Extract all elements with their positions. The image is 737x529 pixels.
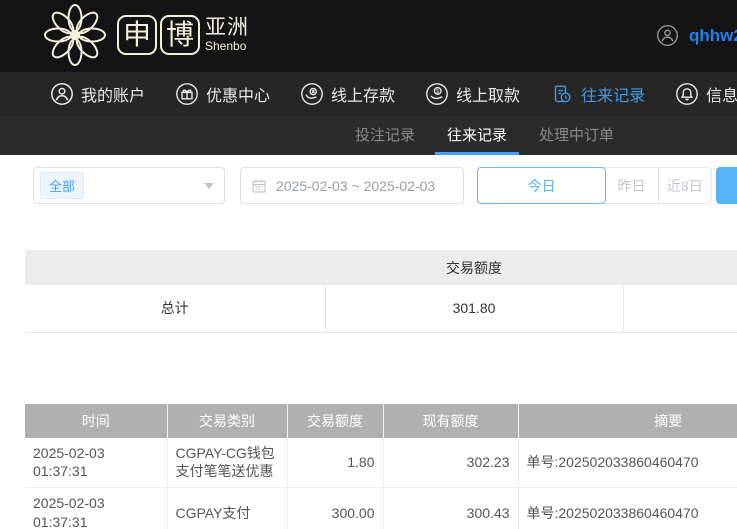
- bell-icon: [676, 83, 698, 105]
- logo-text: 亚洲 Shenbo: [205, 16, 249, 54]
- nav-label: 优惠中心: [206, 88, 271, 105]
- transactions-table: 时间 交易类别 交易额度 现有额度 摘要 2025-02-03 01:37:31…: [25, 403, 737, 529]
- filter-bar: 全部 2025-02-03 ~ 2025-02-03 今日 昨日 近8日: [33, 167, 737, 204]
- last-8-days-button[interactable]: 近8日: [659, 168, 711, 203]
- tab-transaction-records[interactable]: 往来记录: [435, 116, 520, 155]
- cell-summary: 单号:202502033860460470: [518, 487, 737, 529]
- date-range-value: 2025-02-03 ~ 2025-02-03: [276, 177, 436, 194]
- cell-time: 2025-02-03 01:37:31: [25, 437, 168, 489]
- cell-balance: 300.43: [383, 487, 519, 529]
- brand-logo: 申 博 亚洲 Shenbo: [38, 2, 249, 68]
- logo-brand-en: Shenbo: [205, 39, 247, 53]
- nav-item-messages[interactable]: 信息: [675, 82, 737, 106]
- nav-item-my-account[interactable]: 我的账户: [50, 82, 145, 106]
- quick-range-group: 今日 昨日 近8日: [477, 167, 712, 204]
- username-label[interactable]: qhhw2: [689, 26, 737, 46]
- cell-type: CGPAY支付: [167, 487, 288, 529]
- nav-label: 线上存款: [331, 88, 396, 105]
- nav-item-online-withdraw[interactable]: $ 线上取款: [425, 82, 520, 106]
- summary-empty-cell: [623, 285, 737, 333]
- nav-item-promotions[interactable]: 优惠中心: [175, 82, 270, 106]
- user-account[interactable]: qhhw2: [656, 24, 737, 47]
- summary-table: 交易额度 总计 301.80: [25, 250, 737, 333]
- cell-summary: 单号:202502033860460470: [518, 437, 737, 489]
- logo-char-shen: 申: [117, 15, 157, 55]
- tab-betting-records[interactable]: 投注记录: [343, 116, 427, 155]
- user-icon: [51, 83, 73, 105]
- cell-type: CGPAY-CG钱包支付笔笔送优惠: [167, 437, 288, 489]
- search-button[interactable]: [716, 167, 737, 204]
- calendar-icon: [252, 179, 266, 193]
- logo-region: 亚洲: [205, 16, 249, 39]
- col-header-balance: 现有额度: [383, 403, 519, 438]
- gift-icon: [176, 83, 198, 105]
- summary-total-label: 总计: [25, 285, 326, 333]
- main-nav: 我的账户 优惠中心 线上存款 $ 线上取款 往来记录 信息: [0, 72, 737, 116]
- chevron-down-icon: [204, 182, 214, 189]
- today-button[interactable]: 今日: [477, 167, 607, 204]
- date-range-input[interactable]: 2025-02-03 ~ 2025-02-03: [240, 167, 464, 204]
- lotus-flower-icon: [44, 4, 106, 66]
- nav-label: 往来记录: [581, 88, 646, 105]
- withdraw-icon: $: [426, 83, 448, 105]
- col-header-summary: 摘要: [518, 403, 737, 438]
- user-avatar-icon: [657, 25, 678, 46]
- yesterday-button[interactable]: 昨日: [605, 168, 659, 203]
- nav-item-online-deposit[interactable]: 线上存款: [300, 82, 395, 106]
- records-icon: [554, 85, 571, 103]
- cell-balance: 302.23: [383, 437, 519, 489]
- logo-char-bo: 博: [160, 15, 200, 55]
- cell-amount: 300.00: [287, 487, 384, 529]
- type-select[interactable]: 全部: [33, 167, 225, 204]
- summary-header-spacer: [623, 250, 737, 285]
- deposit-icon: [301, 83, 323, 105]
- cell-time: 2025-02-03 01:37:31: [25, 487, 168, 529]
- cell-amount: 1.80: [287, 437, 384, 489]
- transactions-header-row: 时间 交易类别 交易额度 现有额度 摘要: [25, 403, 737, 438]
- table-row: 2025-02-03 01:37:31 CGPAY-CG钱包支付笔笔送优惠 1.…: [25, 437, 737, 489]
- top-header: 申 博 亚洲 Shenbo qhhw2: [0, 0, 737, 72]
- selected-type-tag[interactable]: 全部: [40, 172, 85, 199]
- summary-header-spacer: [25, 250, 325, 285]
- nav-label: 信息: [706, 88, 737, 105]
- summary-table-container: 交易额度 总计 301.80: [25, 250, 737, 333]
- col-header-type: 交易类别: [167, 403, 288, 438]
- record-tabs: 投注记录 往来记录 处理中订单: [0, 116, 737, 155]
- tab-pending-orders[interactable]: 处理中订单: [527, 116, 626, 155]
- summary-header-row: 交易额度: [25, 250, 737, 285]
- summary-total-row: 总计 301.80: [25, 285, 737, 333]
- nav-item-transaction-records[interactable]: 往来记录: [550, 82, 645, 106]
- nav-label: 我的账户: [81, 88, 146, 105]
- summary-total-amount: 301.80: [325, 285, 624, 333]
- col-header-time: 时间: [25, 403, 168, 438]
- nav-label: 线上取款: [456, 88, 521, 105]
- transactions-table-container: 时间 交易类别 交易额度 现有额度 摘要 2025-02-03 01:37:31…: [25, 403, 737, 529]
- summary-header-amount: 交易额度: [325, 250, 623, 285]
- col-header-amount: 交易额度: [287, 403, 384, 438]
- table-row: 2025-02-03 01:37:31 CGPAY支付 300.00 300.4…: [25, 487, 737, 529]
